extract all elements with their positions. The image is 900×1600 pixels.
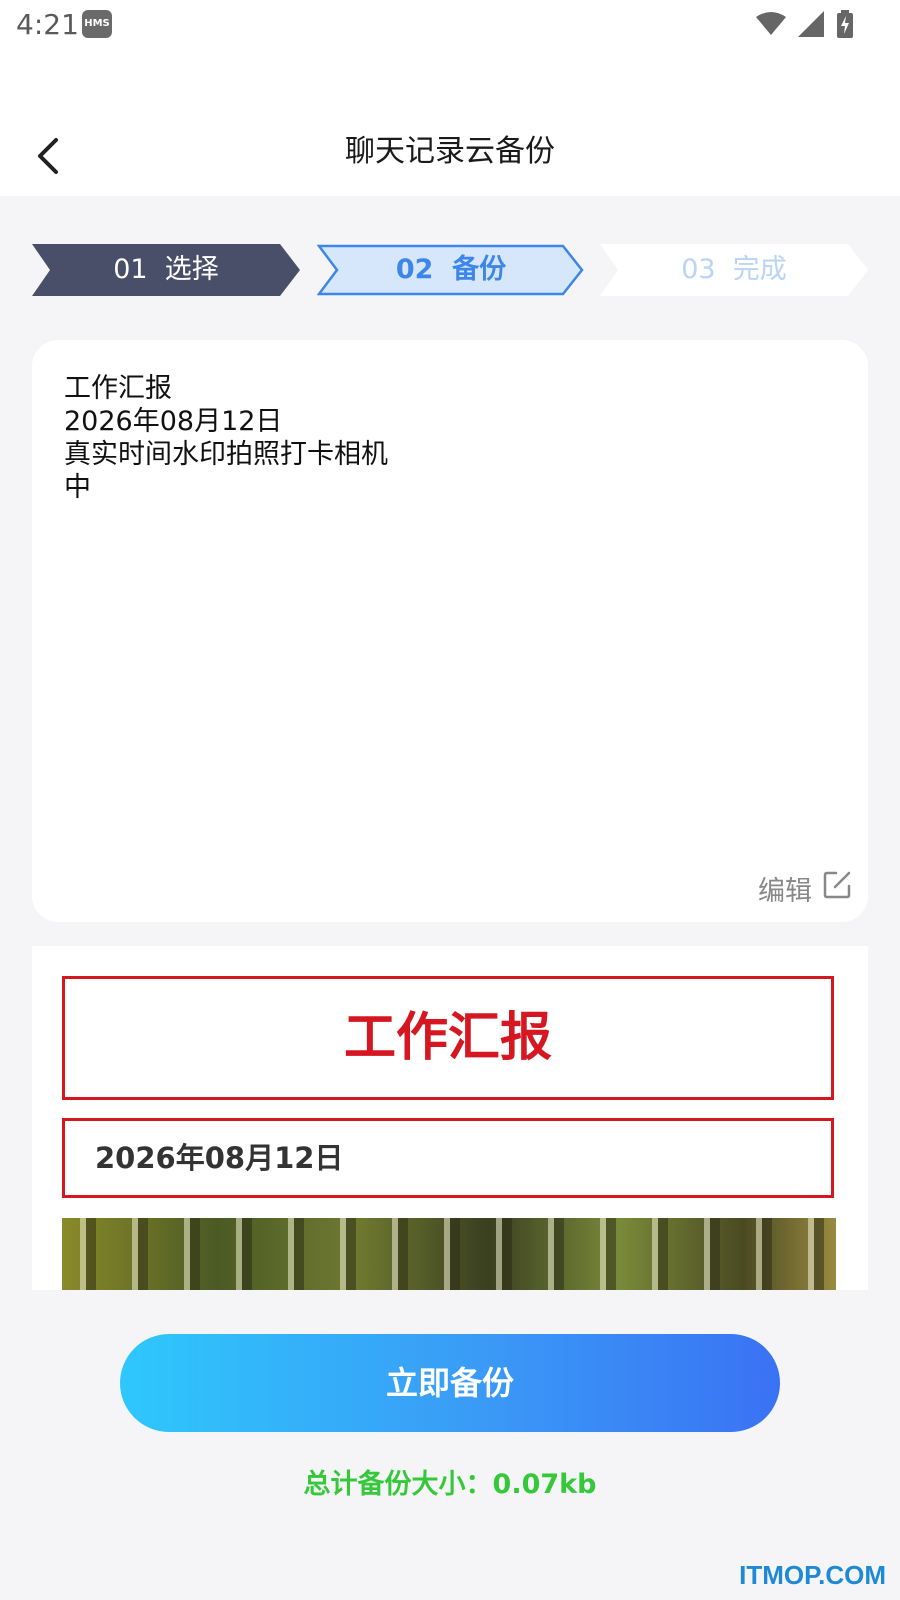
watermark-preview: 工作汇报 2026年08月12日 bbox=[32, 946, 868, 1290]
preview-date: 2026年08月12日 bbox=[62, 1118, 834, 1198]
hms-badge: HMS bbox=[82, 10, 112, 38]
edit-button[interactable]: 编辑 bbox=[758, 869, 852, 908]
note-line: 工作汇报 bbox=[64, 373, 172, 404]
step-progress: 01 选择 02 备份 03 完成 bbox=[32, 244, 870, 296]
step-complete: 03 完成 bbox=[600, 244, 868, 296]
app-header: 聊天记录云备份 bbox=[0, 50, 900, 196]
site-watermark: ITMOP.COM bbox=[739, 1560, 886, 1590]
note-line: 真实时间水印拍照打卡相机 bbox=[64, 439, 388, 470]
battery-charging-icon bbox=[836, 10, 854, 42]
note-line: 中 bbox=[64, 472, 91, 503]
signal-icon bbox=[798, 11, 824, 41]
preview-title: 工作汇报 bbox=[62, 976, 834, 1100]
status-icons bbox=[756, 10, 854, 42]
status-bar: 4:21 HMS bbox=[0, 0, 900, 50]
page-title: 聊天记录云备份 bbox=[345, 134, 555, 169]
step-select-label: 01 选择 bbox=[113, 254, 219, 285]
edit-label: 编辑 bbox=[758, 876, 812, 907]
wifi-icon bbox=[756, 12, 786, 40]
total-backup-size: 总计备份大小：0.07kb bbox=[303, 1469, 597, 1500]
status-time: 4:21 bbox=[16, 8, 79, 41]
step-backup: 02 备份 bbox=[317, 244, 585, 296]
preview-photo bbox=[62, 1218, 836, 1290]
note-card: 工作汇报 2026年08月12日 真实时间水印拍照打卡相机 中 编辑 bbox=[32, 340, 868, 922]
backup-now-button[interactable]: 立即备份 bbox=[120, 1334, 780, 1432]
edit-icon bbox=[822, 870, 852, 907]
step-complete-label: 03 完成 bbox=[681, 254, 787, 285]
step-backup-label: 02 备份 bbox=[395, 254, 507, 285]
note-line: 2026年08月12日 bbox=[64, 406, 283, 437]
step-select: 01 选择 bbox=[32, 244, 300, 296]
note-content: 工作汇报 2026年08月12日 真实时间水印拍照打卡相机 中 bbox=[64, 372, 388, 504]
